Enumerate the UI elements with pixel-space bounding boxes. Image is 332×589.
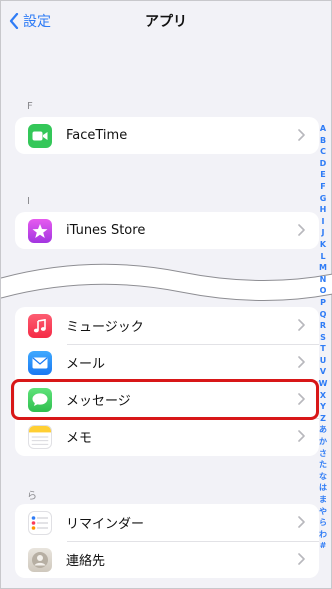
app-group-i: iTunes Store: [15, 212, 319, 249]
section-header-i: I: [27, 196, 30, 207]
index-letter[interactable]: H: [320, 204, 327, 216]
music-note-icon: [28, 313, 52, 338]
section-index[interactable]: A B C D E F G H I J K L M N O P Q R S T U V W X Y Z あかさたなはまやらわ #: [317, 123, 329, 552]
index-letter[interactable]: I: [322, 216, 325, 228]
chevron-right-icon: [298, 319, 305, 331]
index-letter[interactable]: S: [320, 332, 326, 344]
chevron-right-icon: [298, 553, 305, 565]
index-letter[interactable]: J: [322, 227, 325, 239]
app-label-reminders: リマインダー: [66, 517, 145, 532]
index-letter[interactable]: Z: [320, 413, 326, 425]
app-label-facetime: FaceTime: [66, 128, 128, 143]
navigation-bar: 設定 アプリ: [1, 1, 331, 41]
app-label-music: ミュージック: [66, 320, 144, 335]
app-row-mail[interactable]: メール: [15, 344, 319, 381]
index-letter[interactable]: W: [319, 378, 328, 390]
index-letter[interactable]: Q: [320, 309, 327, 321]
chevron-right-icon: [298, 430, 305, 442]
section-header-ra: ら: [27, 491, 37, 502]
index-letter[interactable]: R: [320, 320, 326, 332]
chevron-right-icon: [298, 129, 305, 141]
app-row-contacts[interactable]: 連絡先: [15, 541, 319, 578]
index-letter[interactable]: は: [319, 482, 327, 494]
index-letter[interactable]: V: [320, 366, 326, 378]
app-row-reminders[interactable]: リマインダー: [15, 504, 319, 541]
index-letter[interactable]: T: [320, 343, 325, 355]
app-label-notes: メモ: [66, 431, 93, 446]
chevron-right-icon: [298, 516, 305, 528]
index-letter[interactable]: Y: [320, 401, 326, 413]
index-letter[interactable]: た: [319, 459, 327, 471]
app-label-itunes-store: iTunes Store: [66, 223, 146, 238]
index-letter[interactable]: M: [319, 262, 327, 274]
index-letter[interactable]: A: [320, 123, 326, 135]
index-letter[interactable]: G: [320, 193, 327, 205]
index-letter[interactable]: B: [320, 135, 326, 147]
index-letter[interactable]: C: [320, 146, 326, 158]
app-row-itunes-store[interactable]: iTunes Store: [15, 212, 319, 249]
chevron-right-icon: [298, 224, 305, 236]
index-letter[interactable]: #: [320, 540, 327, 552]
index-letter[interactable]: X: [320, 390, 326, 402]
page-break-wave: [1, 263, 332, 302]
notes-icon: [28, 424, 52, 449]
index-letter[interactable]: ま: [319, 494, 327, 506]
index-letter[interactable]: あ: [319, 424, 327, 436]
app-row-music[interactable]: ミュージック: [15, 307, 319, 344]
index-letter[interactable]: ら: [319, 517, 327, 529]
index-letter[interactable]: さ: [319, 448, 327, 460]
highlight-frame: [11, 379, 319, 420]
app-label-mail: メール: [66, 357, 106, 372]
app-row-facetime[interactable]: FaceTime: [15, 117, 319, 154]
page-title: アプリ: [145, 14, 187, 30]
index-letter[interactable]: わ: [319, 529, 327, 541]
section-header-f: F: [27, 101, 33, 112]
mail-envelope-icon: [28, 350, 52, 375]
index-letter[interactable]: D: [320, 158, 327, 170]
app-group-f: FaceTime: [15, 117, 319, 154]
index-letter[interactable]: N: [320, 274, 327, 286]
index-letter[interactable]: O: [320, 285, 327, 297]
app-row-notes[interactable]: メモ: [15, 418, 319, 455]
app-label-contacts: 連絡先: [66, 554, 106, 569]
index-letter[interactable]: P: [320, 297, 326, 309]
app-group-ra: リマインダー 連絡先: [15, 504, 319, 578]
index-letter[interactable]: E: [320, 169, 325, 181]
reminders-icon: [28, 510, 52, 535]
chevron-right-icon: [298, 356, 305, 368]
index-letter[interactable]: U: [320, 355, 327, 367]
itunes-store-icon: [28, 218, 52, 243]
index-letter[interactable]: か: [319, 436, 327, 448]
contacts-icon: [28, 547, 52, 572]
index-letter[interactable]: や: [319, 506, 327, 518]
index-letter[interactable]: L: [320, 251, 325, 263]
index-letter[interactable]: F: [320, 181, 325, 193]
index-letter[interactable]: な: [319, 471, 327, 483]
facetime-icon: [28, 123, 52, 148]
index-letter[interactable]: K: [320, 239, 326, 251]
